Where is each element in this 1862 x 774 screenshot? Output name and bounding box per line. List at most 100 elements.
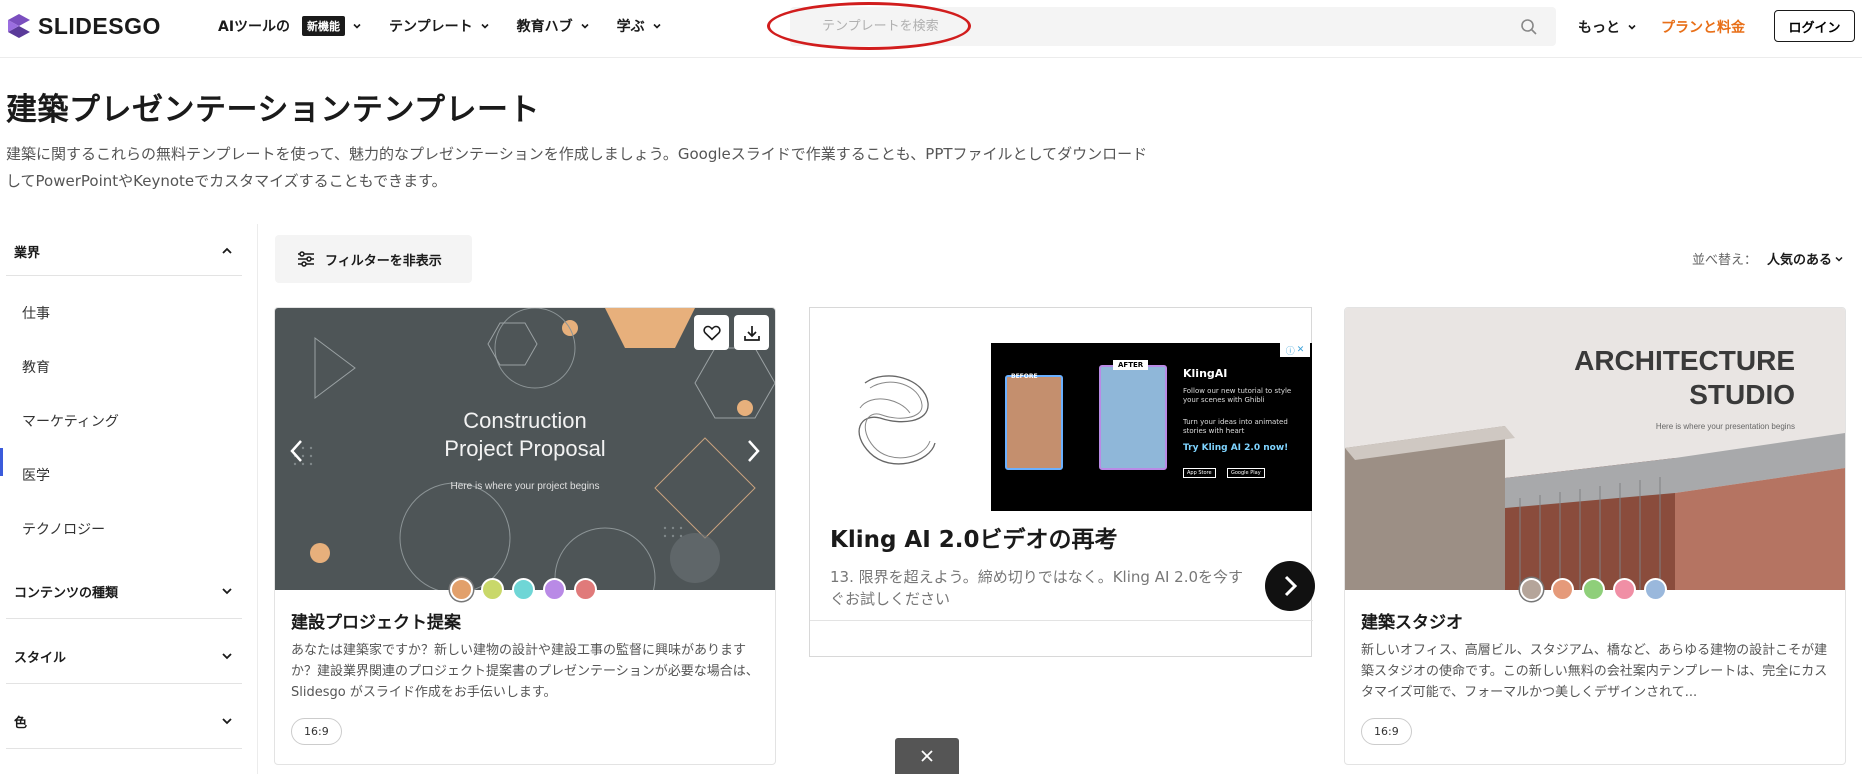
kling-logo-sketch (858, 375, 936, 465)
app-store-badge[interactable]: App Store (1183, 468, 1216, 478)
nav-education-hub[interactable]: 教育ハブ (517, 16, 591, 36)
hide-filters-button[interactable]: フィルターを非表示 (275, 235, 472, 283)
filter-color-label: 色 (14, 715, 28, 731)
before-image (1005, 375, 1063, 470)
color-swatch[interactable] (1644, 578, 1667, 601)
slide-title-line1: ARCHITECTURE (1574, 345, 1795, 376)
login-button[interactable]: ログイン (1774, 10, 1855, 42)
sidebar-item-technology[interactable]: テクノロジー (22, 519, 105, 539)
adchoices[interactable]: ⓘ ✕ (1280, 343, 1310, 357)
color-swatch[interactable] (1520, 578, 1543, 601)
ad-description: 13. 限界を超えよう。締め切りではなく。Kling AI 2.0を今すぐお試し… (830, 568, 1244, 608)
nav-ai-tools-label: AIツールの (218, 19, 291, 35)
filter-content-type-label: コンテンツの種類 (14, 585, 119, 601)
sort-control[interactable]: 並べ替え： 人気のある (1692, 249, 1844, 268)
chevron-right-icon (1284, 575, 1298, 597)
slide-title-line1: Construction (463, 408, 587, 433)
chevron-down-icon (222, 653, 232, 660)
logo-text: SLIDESGO (38, 12, 161, 39)
new-badge: 新機能 (302, 16, 346, 36)
carousel-prev-icon[interactable] (285, 436, 309, 466)
ad-banner-text2: Turn your ideas into animated stories wi… (1183, 418, 1288, 435)
sticky-ad-close-button[interactable] (895, 738, 959, 774)
main-nav: AIツールの 新機能 テンプレート 教育ハブ 学ぶ (218, 16, 663, 36)
template-card[interactable]: ARCHITECTURE STUDIO Here is where your p… (1344, 307, 1846, 765)
aspect-ratio-badge: 16:9 (1361, 718, 1412, 745)
color-swatch[interactable] (512, 578, 535, 601)
close-icon: ✕ (1296, 345, 1305, 355)
ad-next-button[interactable] (1265, 561, 1315, 611)
page-description-line1: 建築に関するこれらの無料テンプレートを使って、魅力的なプレゼンテーションを作成し… (6, 145, 1148, 163)
template-card[interactable]: Construction Project Proposal Here is wh… (274, 307, 776, 765)
template-thumbnail[interactable]: ARCHITECTURE STUDIO Here is where your p… (1345, 308, 1845, 590)
favorite-button[interactable] (694, 315, 729, 350)
chevron-down-icon (353, 23, 361, 29)
slide-title-line2: Project Proposal (444, 436, 605, 461)
chevron-down-icon (581, 23, 589, 29)
search-input[interactable] (790, 7, 1490, 46)
color-swatch[interactable] (1613, 578, 1636, 601)
color-swatch[interactable] (543, 578, 566, 601)
nav-ai-tools[interactable]: AIツールの 新機能 (218, 16, 363, 36)
hide-filters-label: フィルターを非表示 (325, 253, 442, 269)
sidebar-active-indicator (0, 448, 3, 476)
color-swatch[interactable] (450, 578, 473, 601)
nav-learn[interactable]: 学ぶ (617, 16, 663, 36)
sidebar-item-business[interactable]: 仕事 (22, 303, 50, 323)
color-swatch[interactable] (1582, 578, 1605, 601)
top-header: SLIDESGO AIツールの 新機能 テンプレート 教育ハブ 学ぶ もっと (0, 0, 1862, 58)
template-title[interactable]: 建設プロジェクト提案 (291, 608, 461, 633)
filter-style: スタイル (6, 629, 242, 684)
sort-label: 並べ替え： (1691, 253, 1757, 268)
chevron-down-icon (222, 588, 232, 595)
sidebar-item-education[interactable]: 教育 (22, 357, 50, 377)
filter-color-header[interactable]: 色 (6, 694, 242, 748)
carousel-next-icon[interactable] (741, 436, 765, 466)
sidebar-item-marketing[interactable]: マーケティング (22, 411, 119, 431)
sidebar-item-medicine[interactable]: 医学 (22, 465, 50, 485)
architecture-slide-preview: ARCHITECTURE STUDIO Here is where your p… (1345, 308, 1845, 590)
color-swatches (450, 578, 597, 601)
more-menu[interactable]: もっと (1578, 17, 1638, 37)
google-play-badge[interactable]: Google Play (1227, 468, 1265, 478)
filter-style-label: スタイル (14, 650, 67, 666)
filter-industry-header[interactable]: 業界 (6, 224, 242, 278)
slidesgo-logo[interactable]: SLIDESGO (6, 12, 161, 40)
heart-icon (702, 325, 721, 341)
slide-title-line2: STUDIO (1689, 379, 1795, 410)
ad-banner[interactable]: BEFORE AFTER KlingAI Follow our new tuto… (991, 343, 1312, 511)
chevron-down-icon (653, 23, 661, 29)
sort-value: 人気のある (1766, 253, 1832, 268)
color-swatch[interactable] (574, 578, 597, 601)
ad-brand: KlingAI (1183, 367, 1228, 380)
filter-content-type-header[interactable]: コンテンツの種類 (6, 564, 242, 618)
pricing-link[interactable]: プランと料金 (1661, 17, 1745, 37)
nav-templates-label: テンプレート (389, 19, 473, 35)
sliders-icon (298, 251, 314, 267)
download-icon (743, 325, 760, 341)
filter-industry: 業界 (6, 224, 242, 276)
slide-subtitle: Here is where your presentation begins (1656, 422, 1795, 431)
color-swatches (1520, 578, 1667, 601)
nav-templates[interactable]: テンプレート (389, 16, 491, 36)
search-bar (790, 7, 1556, 46)
info-icon: ⓘ (1285, 346, 1295, 357)
filter-color: 色 (6, 694, 242, 749)
ad-cta[interactable]: Try Kling AI 2.0 now! (1183, 443, 1288, 453)
color-swatch[interactable] (481, 578, 504, 601)
chevron-down-icon (1835, 256, 1843, 262)
filter-style-header[interactable]: スタイル (6, 629, 242, 683)
ad-title[interactable]: Kling AI 2.0ビデオの再考 (830, 520, 1118, 554)
template-title[interactable]: 建築スタジオ (1361, 608, 1463, 633)
chevron-down-icon (1628, 24, 1636, 30)
template-thumbnail[interactable]: Construction Project Proposal Here is wh… (275, 308, 775, 590)
filter-content-type: コンテンツの種類 (6, 564, 242, 619)
before-label: BEFORE (1011, 373, 1038, 380)
slide-subtitle: Here is where your project begins (451, 481, 600, 492)
color-swatch[interactable] (1551, 578, 1574, 601)
download-button[interactable] (734, 315, 769, 350)
after-label: AFTER (1113, 360, 1149, 370)
search-icon[interactable] (1520, 18, 1538, 36)
ad-card[interactable]: BEFORE AFTER KlingAI Follow our new tuto… (809, 307, 1315, 657)
construction-slide-preview: Construction Project Proposal Here is wh… (275, 308, 775, 590)
